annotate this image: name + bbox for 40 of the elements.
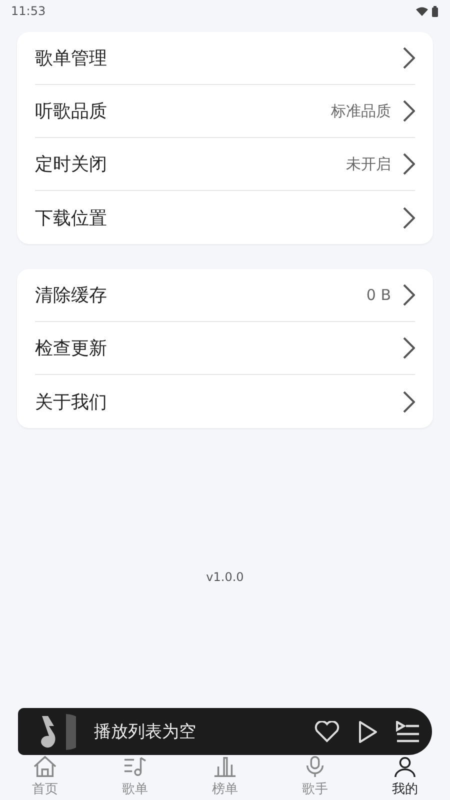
favorite-button[interactable] [314,720,340,742]
music-list-icon [122,755,148,778]
settings-label: 定时关闭 [35,153,108,176]
playlist-button[interactable] [396,720,420,742]
chevron-right-icon [403,284,415,306]
chevron-right-icon [403,100,415,122]
settings-row[interactable]: 歌单管理 [35,32,415,85]
chevron-right-icon [403,206,415,228]
settings-value: 未开启 [346,154,391,174]
settings-row[interactable]: 定时关闭 未开启 [35,138,415,191]
settings-label: 检查更新 [35,337,108,360]
chevron-right-icon [403,153,415,175]
settings-value: 标准品质 [331,102,391,120]
status-time: 11:53 [11,4,46,18]
settings-label: 下载位置 [35,206,108,230]
settings-label: 听歌品质 [35,100,108,123]
heart-icon [314,720,340,742]
settings-row[interactable]: 听歌品质 标准品质 [35,85,415,138]
chevron-right-icon [403,337,415,359]
play-button[interactable] [358,720,378,744]
chevron-right-icon [403,47,415,69]
chevron-right-icon [403,390,415,412]
nav-tab[interactable]: 我的 [360,755,450,800]
play-icon [358,720,378,744]
settings-row[interactable]: 检查更新 [35,322,415,375]
wifi-icon [416,6,428,16]
settings-label: 清除缓存 [35,284,108,307]
settings-row[interactable]: 下载位置 [35,191,415,244]
settings-label: 歌单管理 [35,47,108,70]
settings-value: 0 B [366,286,391,304]
settings-row[interactable]: 清除缓存 0 B [35,269,415,322]
player-title: 播放列表为空 [94,721,197,743]
queue-icon [396,720,420,742]
battery-icon [432,6,438,16]
bar-chart-icon [212,755,238,778]
home-icon [32,755,58,778]
version-text: v1.0.0 [206,570,244,584]
settings-label: 关于我们 [35,390,108,414]
person-icon [392,755,418,778]
settings-row[interactable]: 关于我们 [35,375,415,428]
